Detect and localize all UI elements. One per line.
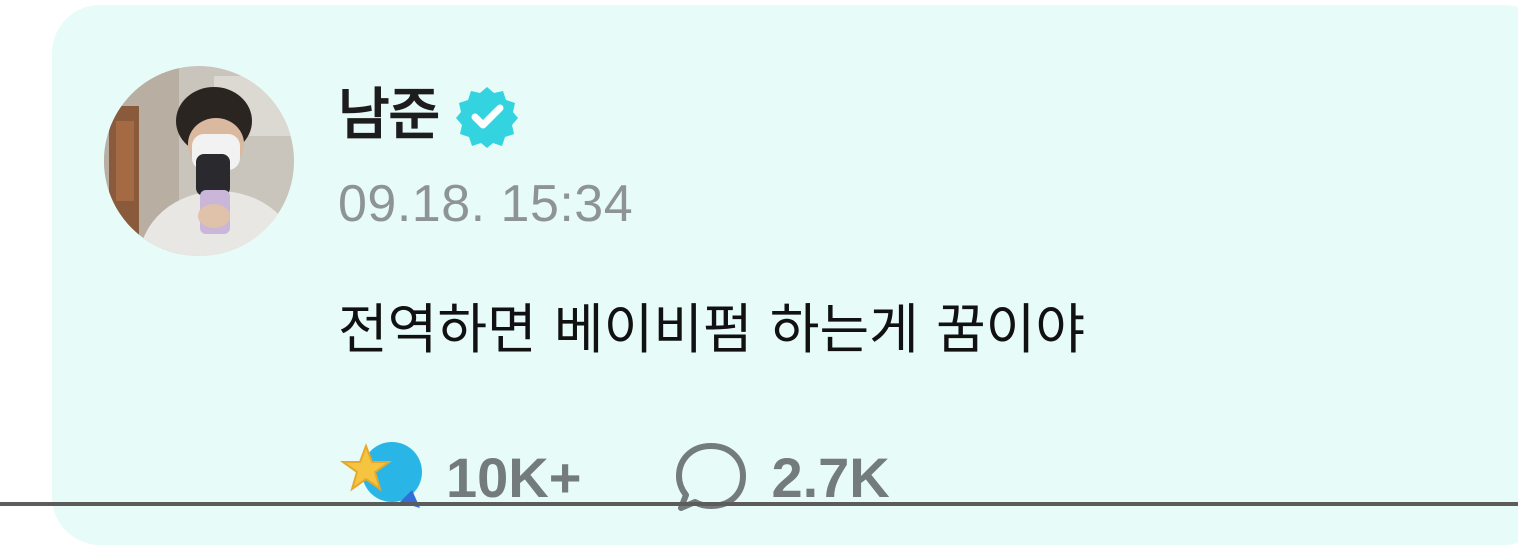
avatar[interactable] [104, 66, 294, 256]
post-author: 남준 [338, 78, 519, 154]
like-count: 10K+ [446, 446, 582, 509]
post-actions: 10K+ 2.7K [339, 438, 890, 518]
like-button[interactable]: 10K+ [339, 438, 582, 518]
post-text: 전역하면 베이비펌 하는게 꿈이야 [338, 298, 1086, 361]
divider [0, 502, 1518, 506]
avatar-photo [104, 66, 294, 256]
post-timestamp: 09.18. 15:34 [338, 175, 634, 233]
verified-badge-icon [455, 84, 519, 148]
comment-bubble-icon [673, 438, 749, 518]
comment-count: 2.7K [771, 446, 890, 509]
author-name[interactable]: 남준 [338, 78, 440, 154]
comment-button[interactable]: 2.7K [673, 438, 890, 518]
star-sticker-icon [339, 438, 424, 518]
